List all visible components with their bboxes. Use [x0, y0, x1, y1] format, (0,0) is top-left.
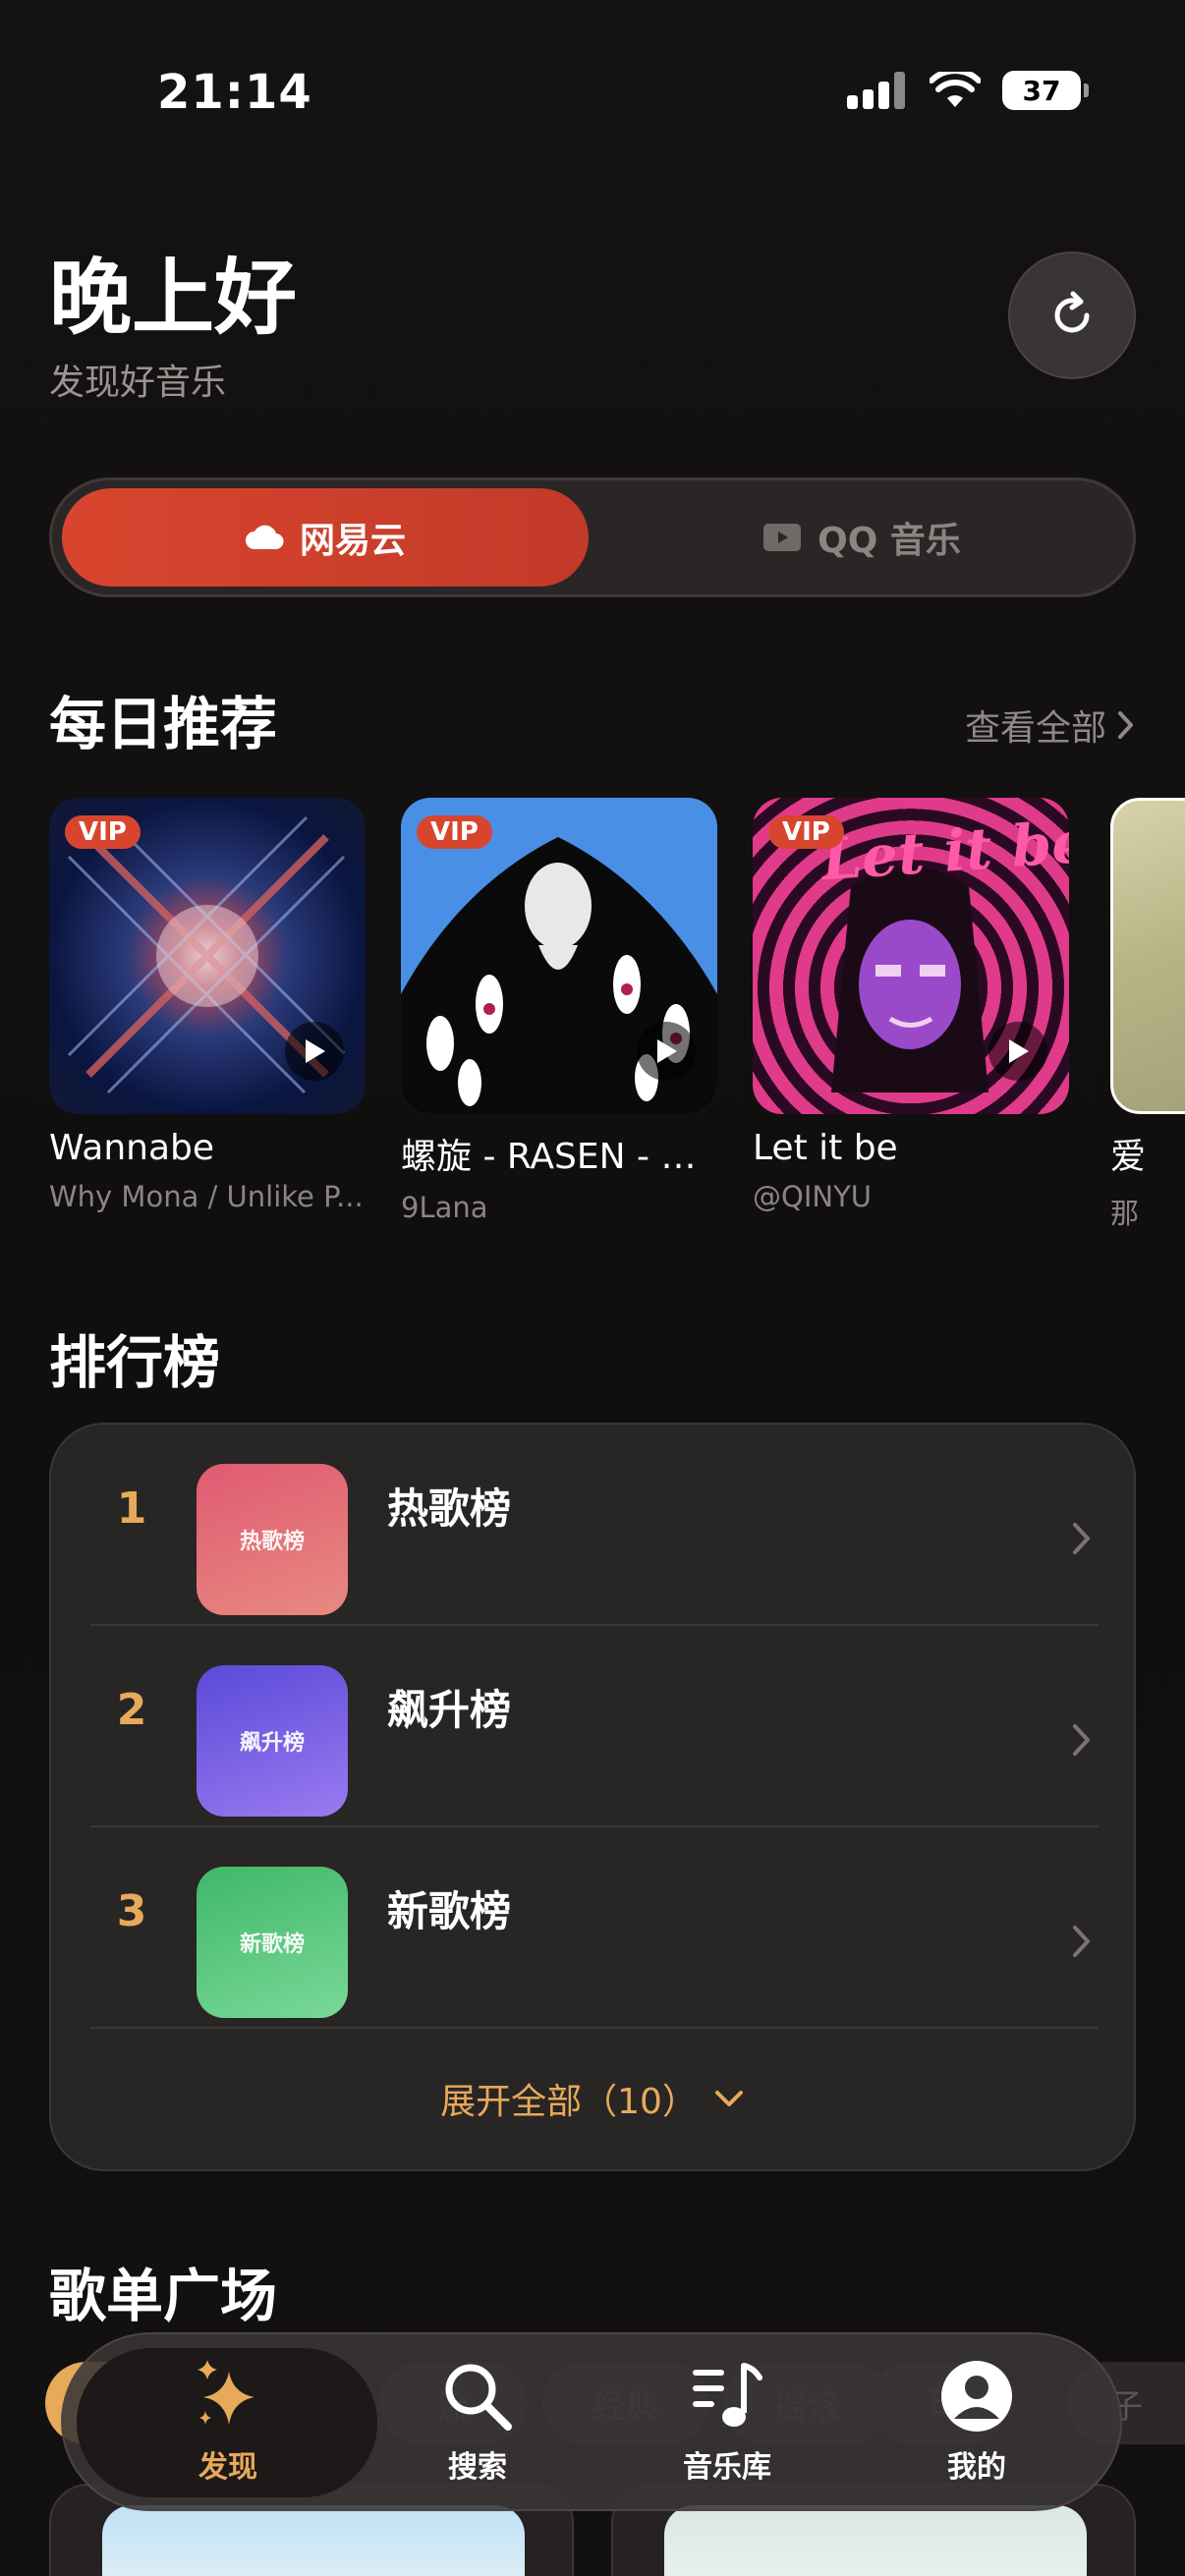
- chart-thumbnail: 新歌榜: [197, 1867, 348, 2018]
- playlists-section-title: 歌单广场: [49, 2263, 278, 2329]
- source-qq-label: QQ 音乐: [818, 521, 961, 561]
- source-netease-tab[interactable]: 网易云: [62, 488, 589, 587]
- daily-section-title: 每日推荐: [49, 691, 278, 757]
- song-card[interactable]: 爱 那: [1110, 798, 1185, 1232]
- chart-rank: 3: [116, 1886, 147, 1936]
- chart-name: 热歌榜: [387, 1484, 512, 1533]
- song-card[interactable]: VIP Wannabe Why Mona / Unlike P...: [49, 798, 366, 1213]
- video-play-icon: [763, 524, 802, 551]
- chevron-right-icon: [1073, 1926, 1090, 1957]
- album-cover: [1110, 798, 1185, 1114]
- album-cover: VIP: [49, 798, 366, 1114]
- tab-search[interactable]: 搜索: [379, 2358, 576, 2495]
- song-card[interactable]: Let it be VIP Let it be @QINYU: [753, 798, 1069, 1213]
- see-all-label: 查看全部: [964, 708, 1106, 749]
- play-button[interactable]: [988, 1022, 1047, 1081]
- refresh-icon: [1054, 291, 1090, 333]
- playlist-cover: [664, 2505, 1087, 2576]
- greeting-title: 晚上好: [49, 250, 298, 346]
- album-cover: Let it be VIP: [753, 798, 1069, 1114]
- expand-all-label: 展开全部（10）: [440, 2082, 698, 2122]
- chevron-right-icon: [1118, 711, 1133, 739]
- vip-badge: VIP: [65, 815, 141, 849]
- play-button[interactable]: [637, 1022, 696, 1081]
- music-library-icon: [693, 2363, 762, 2427]
- chevron-right-icon: [1073, 1523, 1090, 1554]
- song-artist: 9Lana: [401, 1191, 488, 1224]
- song-title: 螺旋 - RASEN - A...: [401, 1137, 717, 1177]
- chevron-right-icon: [1073, 1724, 1090, 1756]
- song-artist: 那: [1110, 1197, 1140, 1230]
- sparkles-icon: [198, 2360, 254, 2425]
- expand-all-button[interactable]: 展开全部（10）: [51, 2073, 1134, 2124]
- status-icons: 37: [847, 71, 1089, 110]
- tab-library[interactable]: 音乐库: [629, 2358, 825, 2495]
- chart-row[interactable]: 3 新歌榜 新歌榜: [90, 1827, 1099, 2029]
- battery-indicator: 37: [1002, 71, 1089, 110]
- chart-name: 新歌榜: [387, 1887, 512, 1935]
- charts-section-title: 排行榜: [49, 1329, 221, 1396]
- charts-card: 1 热歌榜 热歌榜 2 飙升榜 飙升榜 3 新歌榜 新歌榜 展开全部（10）: [49, 1423, 1136, 2171]
- chart-rank: 2: [116, 1685, 147, 1735]
- source-switch: 网易云 QQ 音乐: [49, 477, 1136, 597]
- tab-search-label: 搜索: [448, 2450, 507, 2485]
- chart-row[interactable]: 2 飙升榜 飙升榜: [90, 1626, 1099, 1827]
- vip-badge: VIP: [768, 815, 844, 849]
- vip-badge: VIP: [417, 815, 492, 849]
- cellular-signal-icon: [847, 72, 908, 109]
- tab-library-label: 音乐库: [683, 2450, 771, 2485]
- chart-row[interactable]: 1 热歌榜 热歌榜: [90, 1425, 1099, 1626]
- chart-name: 飙升榜: [387, 1686, 512, 1734]
- tab-discover-label: 发现: [198, 2450, 257, 2485]
- play-icon: [657, 1039, 677, 1063]
- tab-discover[interactable]: 发现: [130, 2358, 326, 2495]
- song-artist: Why Mona / Unlike P...: [49, 1180, 364, 1213]
- daily-recommendations: VIP Wannabe Why Mona / Unlike P... VIP 螺…: [49, 798, 1185, 1250]
- refresh-button[interactable]: [1008, 252, 1136, 379]
- song-title: Wannabe: [49, 1128, 215, 1168]
- source-netease-label: 网易云: [299, 521, 406, 561]
- song-card[interactable]: VIP 螺旋 - RASEN - A... 9Lana: [401, 798, 717, 1224]
- song-title: 爱: [1110, 1137, 1147, 1177]
- bottom-tab-bar: 发现 搜索 音乐库 我的: [61, 2332, 1122, 2511]
- tab-profile[interactable]: 我的: [878, 2358, 1075, 2495]
- status-time: 21:14: [157, 65, 312, 120]
- play-icon: [1009, 1039, 1029, 1063]
- chart-rank: 1: [116, 1484, 147, 1534]
- song-artist: @QINYU: [753, 1180, 873, 1213]
- cloud-icon: [245, 525, 284, 550]
- chart-thumbnail-label: 飙升榜: [239, 1731, 305, 1756]
- source-qq-tab[interactable]: QQ 音乐: [598, 488, 1125, 587]
- playlist-cover: [102, 2505, 525, 2576]
- user-avatar-icon: [941, 2361, 1012, 2432]
- tab-profile-label: 我的: [947, 2450, 1006, 2485]
- song-title: Let it be: [753, 1128, 898, 1168]
- album-cover: VIP: [401, 798, 717, 1114]
- chart-thumbnail: 飙升榜: [197, 1665, 348, 1817]
- wifi-icon: [930, 72, 981, 107]
- chart-thumbnail-label: 新歌榜: [239, 1932, 305, 1957]
- play-icon: [306, 1039, 325, 1063]
- see-all-link[interactable]: 查看全部: [965, 700, 1136, 751]
- search-icon: [445, 2364, 512, 2431]
- chevron-down-icon: [714, 2091, 743, 2106]
- play-button[interactable]: [285, 1022, 344, 1081]
- chart-thumbnail-label: 热歌榜: [239, 1530, 305, 1554]
- greeting-subtitle: 发现好音乐: [49, 363, 227, 403]
- chart-thumbnail: 热歌榜: [197, 1464, 348, 1615]
